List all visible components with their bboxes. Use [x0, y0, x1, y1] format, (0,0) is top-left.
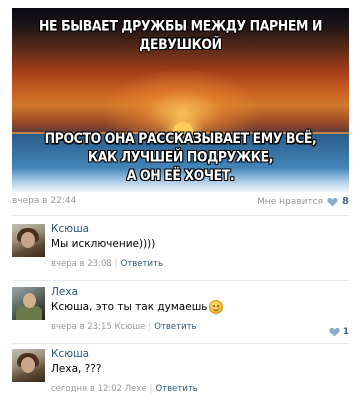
comment-meta: сегодня в 12:02 Лехе | Ответить — [51, 384, 198, 394]
caption-line-3: А ОН ЕЁ ХОЧЕТ. — [126, 166, 235, 184]
comment-time[interactable]: сегодня в 12:02 — [51, 384, 122, 394]
comment-body: Ксюша Мы исключение)))) вчера в 23:08 | От… — [51, 222, 349, 271]
comment: Леха Ксюша, это ты так думаешь вчера в 2… — [12, 285, 349, 341]
reply-to[interactable]: Ксюше — [114, 322, 145, 332]
comment-body: Леха Ксюша, это ты так думаешь вчера в 2… — [51, 285, 349, 334]
comment-like-count: 1 — [342, 327, 349, 337]
reply-to[interactable]: Лехе — [125, 384, 147, 394]
heart-icon — [327, 197, 338, 207]
smile-emoji-icon — [208, 300, 223, 314]
divider — [12, 343, 349, 344]
reply-link[interactable]: Ответить — [121, 259, 163, 269]
avatar[interactable] — [12, 224, 45, 257]
divider — [12, 215, 349, 216]
post-like-button[interactable]: Мне нравится 8 — [257, 196, 349, 207]
comment-body: Ксюша Леха, ??? сегодня в 12:02 Лехе | Отв… — [51, 347, 349, 396]
reply-link[interactable]: Ответить — [154, 322, 196, 332]
comment-text: Мы исключение)))) — [51, 238, 156, 250]
comment-like-button[interactable]: 1 — [329, 327, 349, 337]
caption-line-1: ПРОСТО ОНА РАССКАЗЫВАЕТ ЕМУ ВСЁ, — [44, 129, 317, 147]
caption-line-2: КАК ЛУЧШЕЙ ПОДРУЖКЕ, — [87, 147, 274, 166]
divider — [12, 280, 349, 281]
like-count: 8 — [342, 196, 349, 207]
comment: Ксюша Леха, ??? сегодня в 12:02 Лехе | Отв… — [12, 347, 349, 403]
comment-meta: вчера в 23:15 Ксюше | Ответить — [51, 322, 197, 332]
comment-time[interactable]: вчера в 23:08 — [51, 259, 112, 269]
post-meta: вчера в 22:44 Мне нравится 8 — [12, 196, 349, 212]
comment-text: Леха, ??? — [51, 363, 102, 375]
like-label: Мне нравится — [257, 196, 324, 207]
avatar[interactable] — [12, 287, 45, 320]
comment-text: Ксюша, это ты так думаешь — [51, 299, 349, 315]
heart-icon — [329, 327, 340, 337]
avatar[interactable] — [12, 349, 45, 382]
comment-meta: вчера в 23:08 | Ответить — [51, 259, 163, 269]
post-image[interactable]: НЕ БЫВАЕТ ДРУЖБЫ МЕЖДУ ПАРНЕМ И ДЕВУШКОЙ… — [12, 8, 349, 192]
comment: Ксюша Мы исключение)))) вчера в 23:08 | От… — [12, 222, 349, 278]
comment-author[interactable]: Леха — [51, 285, 349, 299]
comment-author[interactable]: Ксюша — [51, 222, 349, 236]
image-caption-bottom: ПРОСТО ОНА РАССКАЗЫВАЕТ ЕМУ ВСЁ, КАК ЛУЧ… — [12, 129, 349, 184]
comment-author[interactable]: Ксюша — [51, 347, 349, 361]
image-caption-top: НЕ БЫВАЕТ ДРУЖБЫ МЕЖДУ ПАРНЕМ И ДЕВУШКОЙ — [38, 16, 323, 53]
post-date[interactable]: вчера в 22:44 — [12, 196, 76, 206]
comment-time[interactable]: вчера в 23:15 — [51, 322, 112, 332]
reply-link[interactable]: Ответить — [156, 384, 198, 394]
